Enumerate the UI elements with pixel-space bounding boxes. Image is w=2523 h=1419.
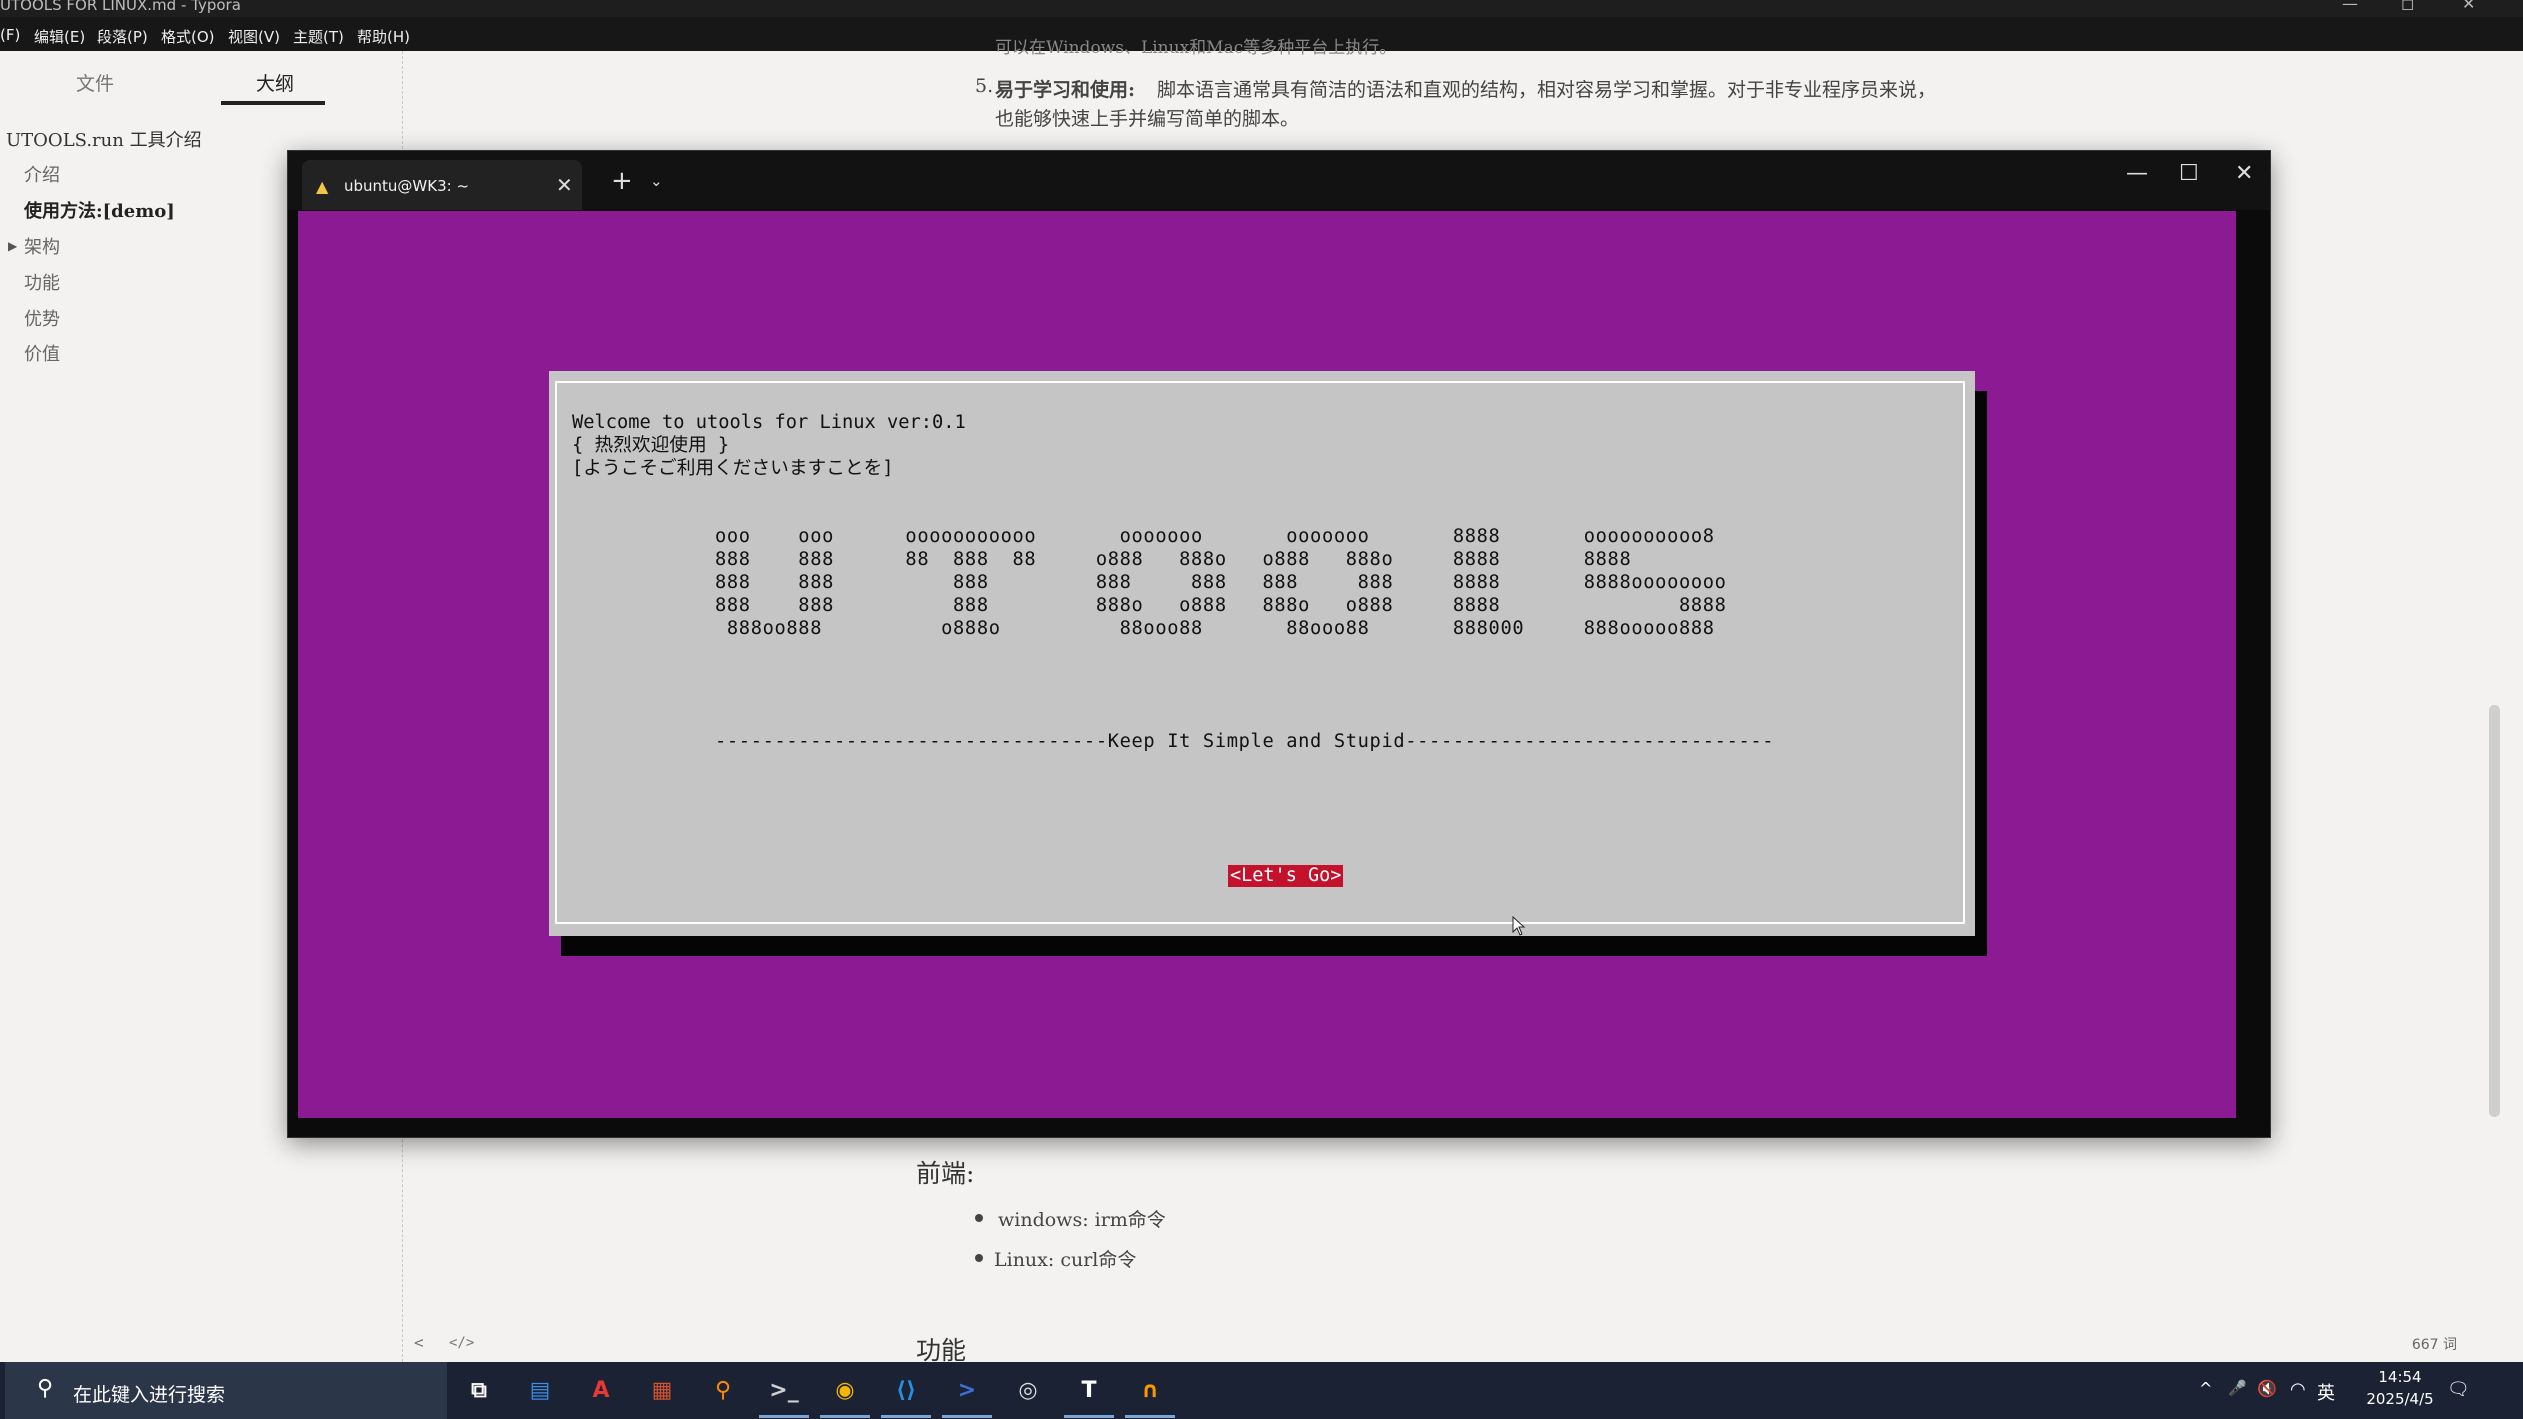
bullet-icon	[975, 1254, 983, 1262]
task-view-icon[interactable]: ⧉	[460, 1371, 498, 1409]
outline-item-features[interactable]: 功能	[24, 269, 60, 295]
menu-paragraph[interactable]: 段落(P)	[97, 26, 148, 47]
vscode-icon[interactable]: ⟨⟩	[887, 1371, 925, 1409]
running-indicator	[942, 1415, 992, 1418]
outline-item-intro[interactable]: 介绍	[24, 161, 60, 187]
clock[interactable]: 14:54 2025/4/5	[2355, 1366, 2445, 1410]
minimize-icon[interactable]: —	[2342, 0, 2358, 12]
running-indicator	[1125, 1415, 1175, 1418]
motto-line: ---------------------------------Keep It…	[715, 731, 1775, 752]
menu-format[interactable]: 格式(O)	[161, 26, 215, 47]
tray-chevron-icon[interactable]: ^	[2199, 1379, 2212, 1398]
ascii-art-line: 888 888 888 888o o888 888o o888 8888 888…	[715, 595, 1727, 616]
chevron-down-icon[interactable]: ⌄	[650, 172, 663, 190]
welcome-line-cn: { 热烈欢迎使用 }	[572, 435, 730, 456]
office-icon[interactable]: ▦	[643, 1371, 681, 1409]
terminal-tab[interactable]: ▲ ubuntu@WK3: ~ ✕	[302, 160, 582, 210]
caret-right-icon[interactable]: ▶	[8, 239, 17, 253]
terminal-screen[interactable]: Welcome to utools for Linux ver:0.1 { 热烈…	[298, 211, 2236, 1118]
volume-icon[interactable]: 🔇	[2257, 1379, 2277, 1398]
menu-file[interactable]: (F)	[0, 26, 20, 44]
outline-item-usage[interactable]: 使用方法:[demo]	[24, 197, 175, 223]
word-count: 667 词	[2411, 1337, 2457, 1353]
ascii-art-line: 888oo888 o888o 88ooo88 88ooo88 888000 88…	[715, 618, 1715, 639]
bullet-icon	[975, 1214, 983, 1222]
list-number: 5.	[975, 75, 994, 97]
notification-icon[interactable]: 🗨	[2447, 1379, 2470, 1400]
typora-icon[interactable]: T	[1070, 1371, 1108, 1409]
outline-item-advantages[interactable]: 优势	[24, 305, 60, 331]
window-title: UTOOLS FOR LINUX.md - Typora	[0, 0, 241, 14]
maximize-icon[interactable]: ◻	[2401, 0, 2414, 12]
menu-edit[interactable]: 编辑(E)	[34, 26, 85, 47]
menu-view[interactable]: 视图(V)	[228, 26, 280, 47]
terminal-maximize-icon[interactable]: ☐	[2179, 161, 2199, 186]
editor-scrollbar[interactable]	[2489, 705, 2500, 1117]
tab-close-icon[interactable]: ✕	[556, 173, 573, 197]
doc-partial-line: 可以在Windows、Linux和Mac等多种平台上执行。	[995, 38, 1397, 58]
welcome-dialog: Welcome to utools for Linux ver:0.1 { 热烈…	[549, 371, 1975, 936]
running-indicator	[820, 1415, 870, 1418]
ascii-art-line: 888 888 888 888 888 888 888 8888 8888ooo…	[715, 572, 1727, 593]
search-placeholder: 在此键入进行搜索	[73, 1384, 226, 1406]
list-item-text: 脚本语言通常具有简洁的语法和直观的结构，相对容易学习和掌握。对于非专业程序员来说…	[1157, 79, 1937, 101]
app-blue-icon[interactable]: ▤	[521, 1371, 559, 1409]
close-icon[interactable]: ✕	[2462, 0, 2475, 12]
bullet-item-linux: Linux: curl命令	[994, 1249, 1137, 1271]
clock-time: 14:54	[2378, 1368, 2422, 1386]
terminal-window[interactable]: ▲ ubuntu@WK3: ~ ✕ + ⌄ — ☐ ✕ Welcome to u…	[288, 151, 2270, 1137]
microphone-icon[interactable]: 🎤	[2228, 1379, 2247, 1397]
acrobat-icon[interactable]: A	[582, 1371, 620, 1409]
tab-outline[interactable]: 大纲	[256, 69, 294, 96]
search-app-icon[interactable]: ⚲	[704, 1371, 742, 1409]
lets-go-button[interactable]: <Let's Go>	[1228, 865, 1344, 887]
outline-item-title[interactable]: UTOOLS.run 工具介绍	[6, 126, 202, 152]
running-indicator	[759, 1415, 809, 1418]
terminal-minimize-icon[interactable]: —	[2126, 161, 2148, 186]
running-indicator	[1064, 1415, 1114, 1418]
active-tab-indicator	[221, 101, 325, 105]
outline-item-value[interactable]: 价值	[24, 340, 60, 366]
wifi-icon[interactable]: ◠	[2290, 1379, 2306, 1400]
circle-app-icon[interactable]: ◎	[1009, 1371, 1047, 1409]
frontend-heading: 前端:	[916, 1159, 975, 1188]
bullet-item-windows: windows: irm命令	[998, 1209, 1166, 1231]
taskbar-search[interactable]: ⚲ 在此键入进行搜索	[5, 1362, 447, 1419]
outline-item-architecture[interactable]: 架构	[24, 233, 60, 259]
new-tab-icon[interactable]: +	[611, 166, 633, 196]
terminal-tab-bar: ▲ ubuntu@WK3: ~ ✕ + ⌄ — ☐ ✕	[288, 151, 2270, 210]
taskbar: ⚲ 在此键入进行搜索 ⧉ ▤ A ▦ ⚲ >_ ◉ ⟨⟩ > ◎ T ∩ ^ 🎤 🔇 ◠ 英 14:5…	[0, 1362, 2523, 1419]
linux-icon: ▲	[316, 177, 329, 196]
menu-help[interactable]: 帮助(H)	[357, 26, 410, 47]
clock-date: 2025/4/5	[2366, 1390, 2434, 1408]
terminal-tab-title: ubuntu@WK3: ~	[344, 177, 470, 195]
welcome-line: Welcome to utools for Linux ver:0.1	[572, 412, 966, 433]
search-icon: ⚲	[37, 1376, 54, 1401]
chrome-icon[interactable]: ◉	[826, 1371, 864, 1409]
welcome-line-jp: [ようこそご利用くださいますことを]	[572, 458, 894, 479]
source-code-icon[interactable]: </>	[449, 1335, 474, 1351]
list-item-bold: 易于学习和使用:	[995, 79, 1136, 101]
ascii-art-line: 888 888 88 888 88 o888 888o o888 888o 88…	[715, 549, 1632, 570]
powershell-icon[interactable]: >	[948, 1371, 986, 1409]
toggle-sidebar-icon[interactable]: <	[414, 1333, 424, 1352]
terminal-close-icon[interactable]: ✕	[2235, 161, 2253, 186]
mouse-cursor-icon	[1512, 916, 1526, 936]
orange-app-icon[interactable]: ∩	[1131, 1371, 1169, 1409]
menu-theme[interactable]: 主题(T)	[293, 26, 344, 47]
tab-files[interactable]: 文件	[76, 69, 114, 96]
terminal-icon[interactable]: >_	[765, 1371, 803, 1409]
ime-indicator[interactable]: 英	[2317, 1379, 2335, 1405]
ascii-art-line: ooo ooo ooooooooooo ooooooo ooooooo 8888…	[715, 526, 1715, 547]
running-indicator	[881, 1415, 931, 1418]
window-title-bar: UTOOLS FOR LINUX.md - Typora — ◻ ✕	[0, 0, 2523, 17]
list-item-text-cont: 也能够快速上手并编写简单的脚本。	[995, 108, 1300, 130]
